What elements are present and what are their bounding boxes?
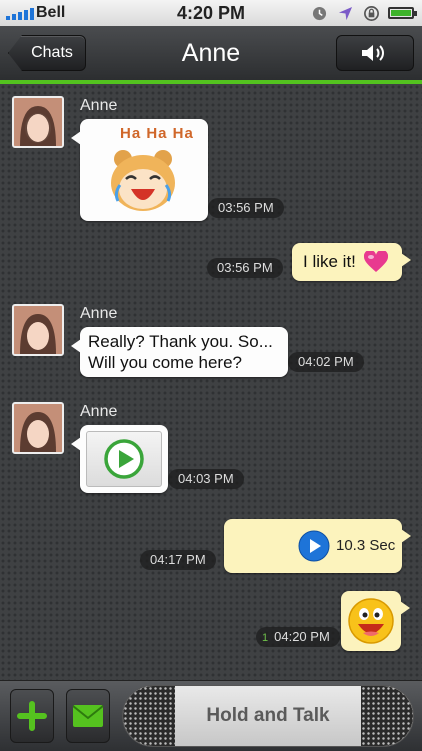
video-message[interactable]	[71, 425, 168, 493]
hold-and-talk-button[interactable]: Hold and Talk	[122, 685, 414, 747]
rotation-lock-icon	[362, 4, 380, 22]
play-icon[interactable]	[103, 438, 145, 480]
plus-icon	[17, 701, 47, 731]
bottom-toolbar: Hold and Talk	[0, 680, 422, 751]
message-text: I like it!	[303, 252, 356, 271]
message-line: Will you come here?	[88, 353, 243, 372]
voice-message[interactable]: 10.3 Sec	[224, 519, 411, 573]
envelope-icon	[72, 705, 104, 727]
message-count: 1	[262, 632, 269, 644]
battery-icon	[388, 7, 417, 19]
voice-play-icon[interactable]	[298, 530, 330, 562]
sender-name: Anne	[80, 403, 118, 420]
status-icons	[310, 4, 417, 22]
sender-name: Anne	[80, 305, 118, 322]
message-timestamp: 03:56 PM	[207, 258, 283, 278]
voice-duration: 10.3 Sec	[336, 537, 396, 554]
video-thumbnail[interactable]	[86, 431, 162, 487]
talk-label: Hold and Talk	[206, 705, 330, 726]
chat-area[interactable]: Anne Ha Ha Ha 03:56 PM 03:56 PM I like i…	[0, 84, 422, 680]
avatar[interactable]	[12, 304, 64, 356]
sticker-text: Ha Ha Ha	[120, 125, 194, 142]
heart-icon	[363, 251, 388, 272]
nav-bar: Chats Anne	[0, 26, 422, 84]
avatar[interactable]	[12, 96, 64, 148]
clock-icon	[310, 4, 328, 22]
speaker-button[interactable]	[336, 35, 414, 71]
outgoing-text-message[interactable]: I like it!	[292, 243, 411, 281]
add-button[interactable]	[10, 689, 54, 743]
status-bar: Bell 4:20 PM	[0, 0, 422, 26]
message-mode-button[interactable]	[66, 689, 110, 743]
emoji-message[interactable]	[341, 591, 410, 651]
message-timestamp: 04:17 PM	[140, 550, 216, 570]
speaker-grille-right	[361, 686, 413, 746]
message-timestamp: 03:56 PM	[208, 198, 284, 218]
message-time: 04:20 PM	[274, 629, 330, 644]
message-timestamp: 04:02 PM	[288, 352, 364, 372]
speaker-icon	[362, 45, 384, 61]
laughing-bear-sticker-icon	[111, 150, 175, 211]
message-line: Really? Thank you. So...	[88, 332, 273, 351]
speaker-grille-left	[123, 686, 175, 746]
sender-name: Anne	[80, 97, 118, 114]
laughing-face-icon	[348, 598, 394, 644]
incoming-text-message[interactable]: Really? Thank you. So... Will you come h…	[71, 327, 288, 377]
sticker-message[interactable]: Ha Ha Ha	[71, 119, 208, 221]
message-timestamp: 1 04:20 PM	[256, 627, 340, 647]
location-arrow-icon	[336, 4, 354, 22]
message-timestamp: 04:03 PM	[168, 469, 244, 489]
avatar[interactable]	[12, 402, 64, 454]
